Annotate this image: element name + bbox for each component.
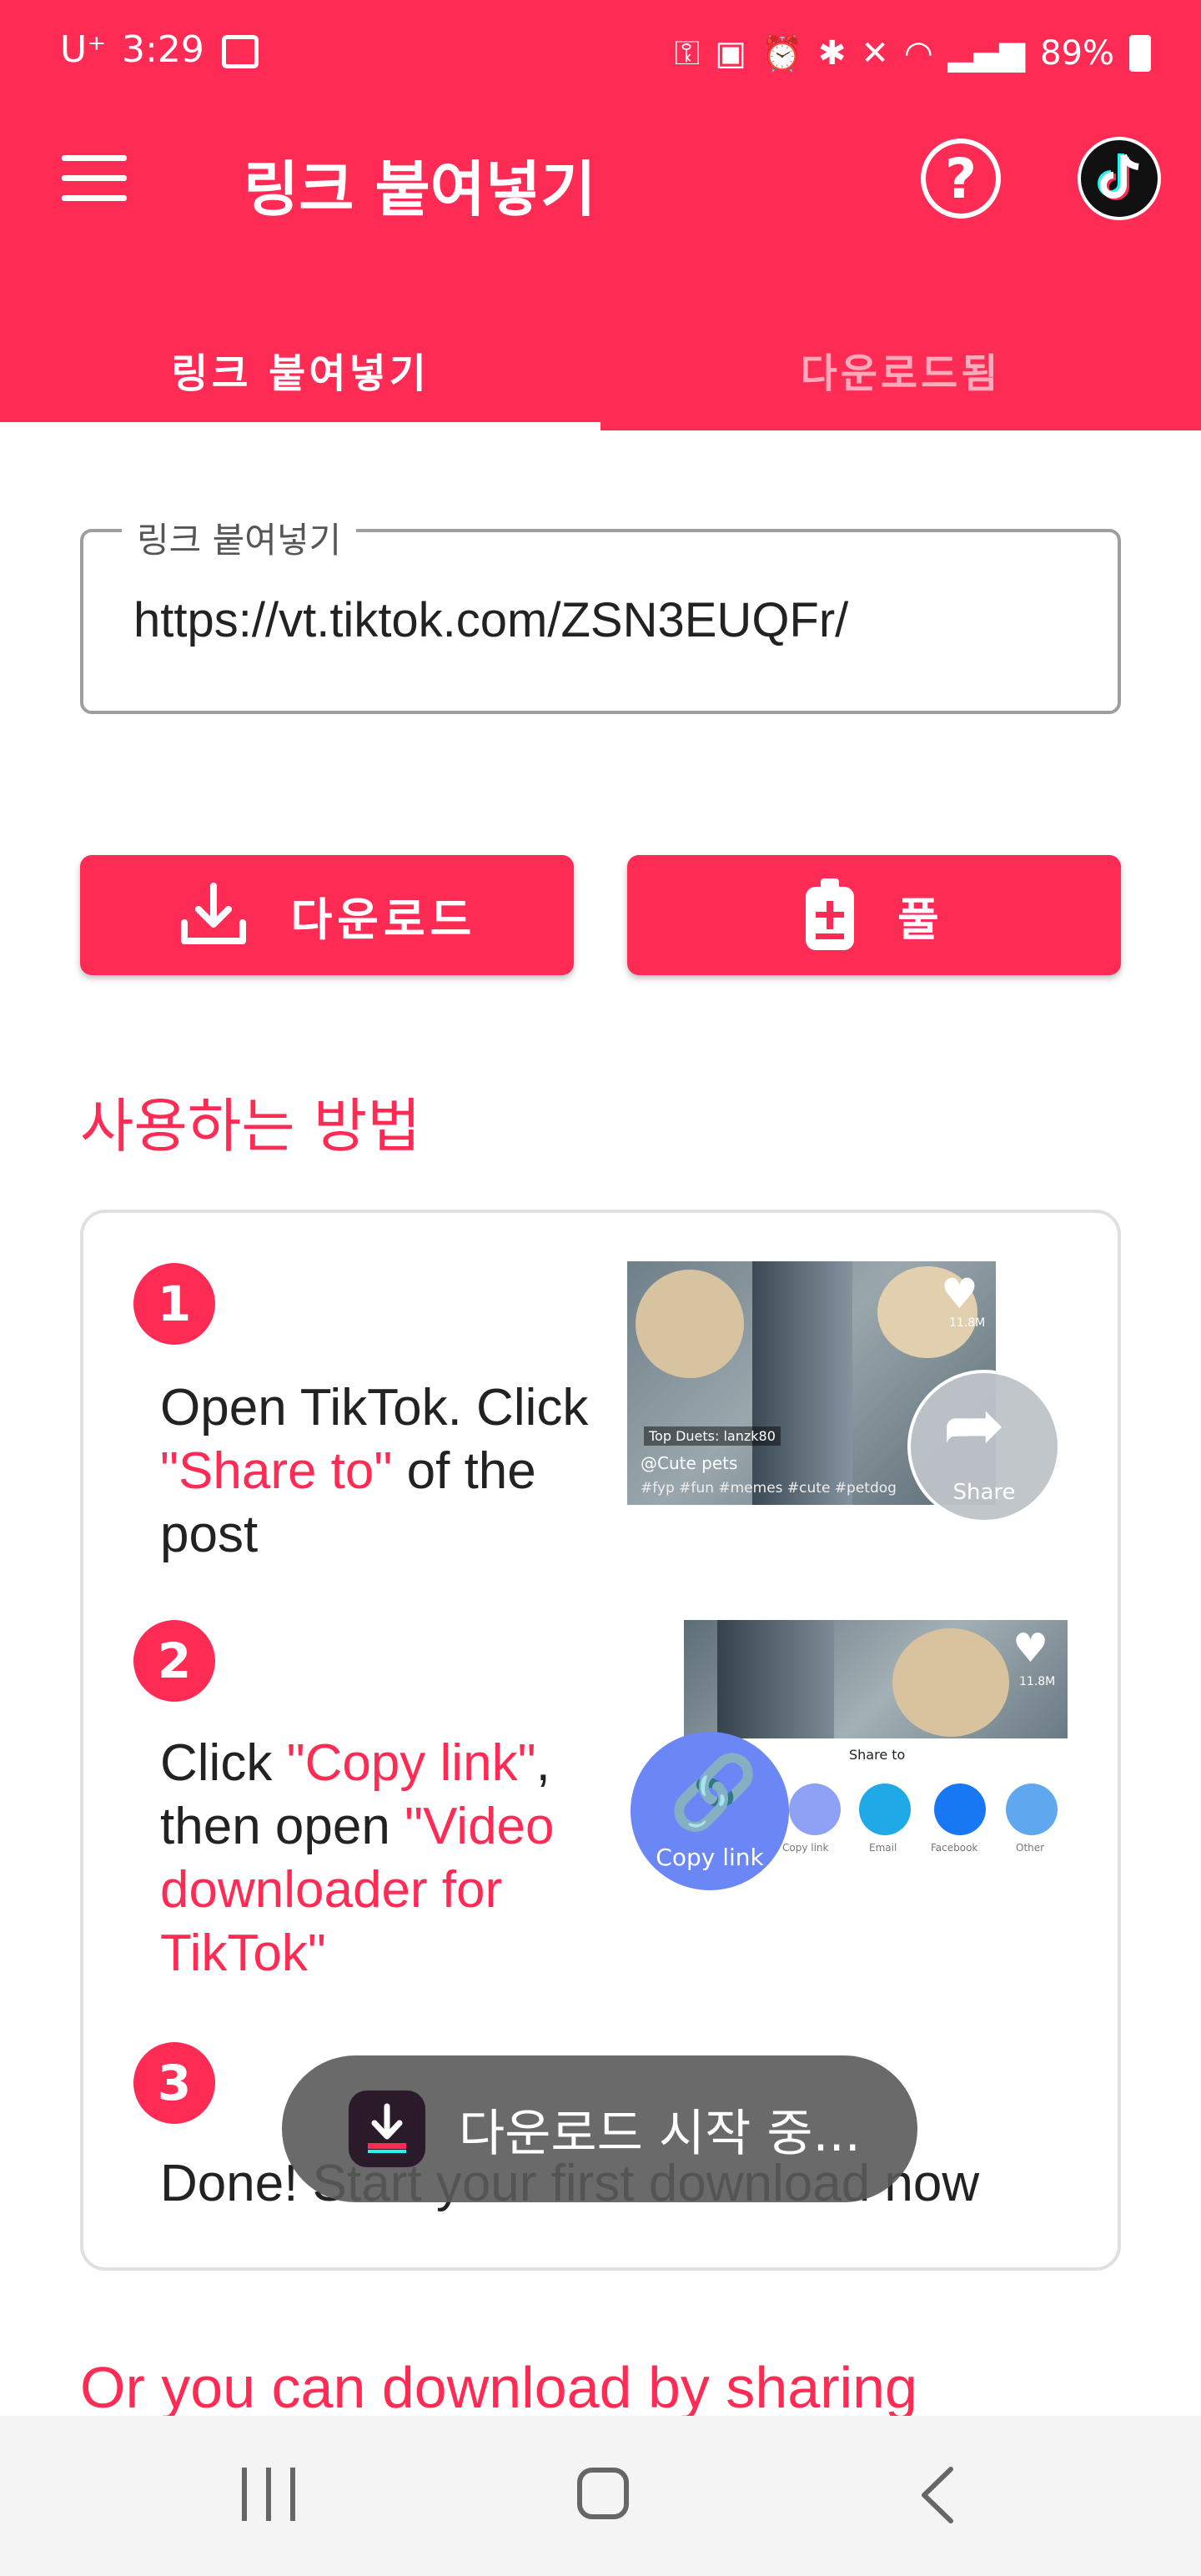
alarm-icon: ⏰ — [761, 34, 803, 73]
heart-icon: ♥ — [941, 1270, 978, 1318]
battery-percent: 89% — [1040, 34, 1114, 73]
paste-button[interactable]: 풀 — [627, 855, 1121, 975]
help-icon[interactable]: ? — [921, 138, 1001, 219]
gallery-icon — [222, 35, 259, 68]
duet-badge: Top Duets: lanzk80 — [644, 1426, 781, 1446]
tab-label: 다운로드됨 — [800, 350, 1002, 397]
app-icon — [349, 2090, 425, 2167]
app-header: U⁺ 3:29 ⚿ ▣ ⏰ ✱ ✕ ◠ ▂▄▆ 89% 링크 붙여넣기 ? 링크… — [0, 0, 1201, 430]
back-button[interactable] — [917, 2466, 957, 2524]
like-count: 11.8M — [949, 1316, 986, 1330]
step-number-2: 2 — [133, 1620, 215, 1702]
puppy-image — [892, 1628, 1009, 1737]
email-icon — [859, 1784, 911, 1835]
mute-icon: ✕ — [861, 34, 889, 73]
battery-icon — [1129, 35, 1151, 72]
copy-link-callout: 🔗 Copy link — [631, 1732, 789, 1890]
home-button[interactable] — [577, 2468, 629, 2519]
post-hashtags: #fyp #fun #memes #cute #petdog — [641, 1480, 897, 1497]
facebook-icon — [934, 1784, 986, 1835]
step-2-text: Click "Copy link", then open "Video down… — [160, 1734, 555, 1982]
tab-paste-link[interactable]: 링크 붙여넣기 — [0, 309, 600, 430]
step-number-1: 1 — [133, 1263, 215, 1345]
clipboard-icon — [806, 878, 855, 950]
signal-icon: ▂▄▆ — [947, 34, 1026, 73]
tiktok-logo-icon[interactable] — [1078, 137, 1161, 220]
copy-link-label: Copy link — [656, 1844, 764, 1871]
app-title: 링크 붙여넣기 — [244, 154, 596, 224]
share-section-title: Or you can download by sharing — [80, 2355, 917, 2420]
share-sheet-title: Share to — [849, 1747, 906, 1763]
share-button-callout: ➦ Share — [907, 1370, 1061, 1523]
download-toast: 다운로드 시작 중... — [282, 2055, 917, 2202]
link-input-value[interactable]: https://vt.tiktok.com/ZSN3EUQFr/ — [133, 592, 848, 648]
carrier-label: U⁺ — [60, 28, 107, 71]
link-input-label: 링크 붙여넣기 — [122, 512, 357, 563]
bluetooth-icon: ✱ — [817, 34, 847, 73]
copy-link-icon — [789, 1784, 841, 1835]
share-arrow-icon: ➦ — [942, 1381, 1006, 1469]
wifi-icon: ◠ — [903, 34, 933, 73]
battery-saver-icon: ▣ — [715, 34, 747, 73]
share-label: Share — [952, 1480, 1016, 1505]
post-user: @Cute pets — [641, 1453, 738, 1473]
like-count: 11.8M — [1019, 1675, 1056, 1688]
how-to-title: 사용하는 방법 — [80, 1092, 421, 1160]
system-nav-bar — [0, 2416, 1201, 2576]
download-icon — [180, 883, 246, 944]
puppy-image — [636, 1270, 744, 1378]
status-icons: ⚿ ▣ ⏰ ✱ ✕ ◠ ▂▄▆ 89% — [675, 30, 1151, 77]
step-1-text: Open TikTok. Click "Share to" of the pos… — [160, 1379, 589, 1563]
key-icon: ⚿ — [674, 34, 701, 73]
link-icon: 🔗 — [669, 1751, 759, 1834]
toast-text: 다운로드 시작 중... — [459, 2104, 861, 2163]
heart-icon: ♥ — [1013, 1625, 1049, 1672]
tab-label: 링크 붙여넣기 — [171, 350, 430, 397]
recent-apps-button[interactable] — [242, 2468, 295, 2521]
active-tab-indicator — [0, 422, 600, 430]
status-time: 3:29 — [122, 28, 204, 71]
download-button[interactable]: 다운로드 — [80, 855, 574, 975]
step-number-3: 3 — [133, 2042, 215, 2124]
other-icon — [1006, 1784, 1058, 1835]
paste-button-label: 풀 — [897, 893, 944, 946]
copy-link-illustration: ♥ 11.8M — [684, 1620, 1068, 1738]
menu-icon[interactable] — [62, 155, 127, 202]
tab-downloaded[interactable]: 다운로드됨 — [600, 309, 1201, 430]
download-button-label: 다운로드 — [290, 893, 477, 946]
